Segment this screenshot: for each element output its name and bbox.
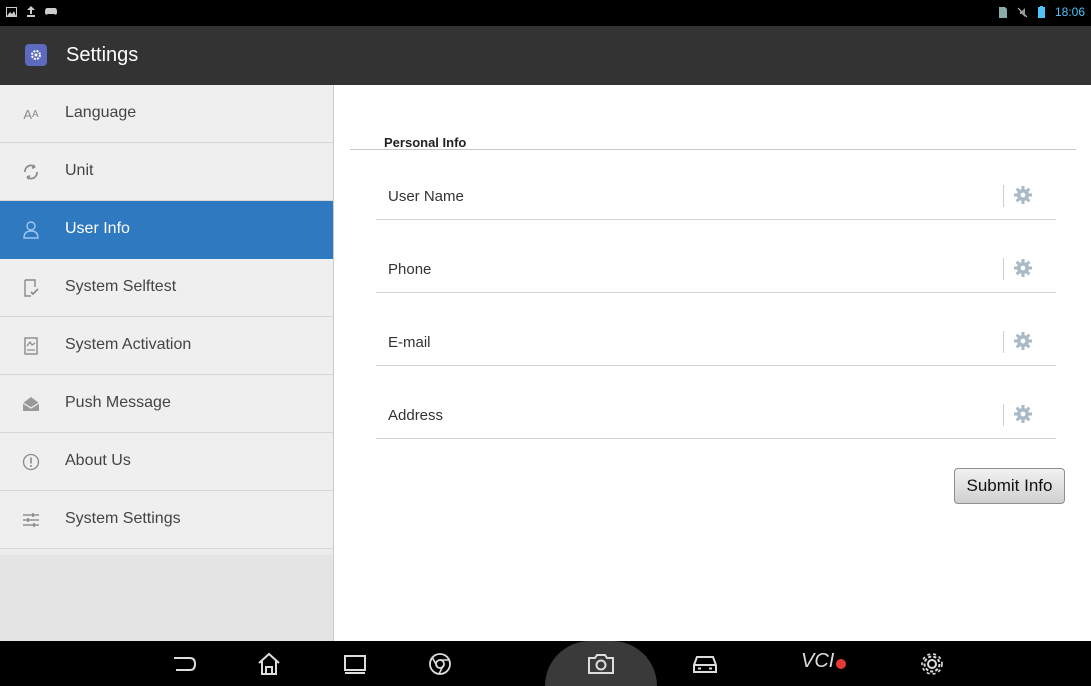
field-label: User Name <box>388 188 464 205</box>
gear-icon[interactable] <box>1012 403 1034 425</box>
battery-icon <box>1037 6 1045 18</box>
sidebar-item-system-activation[interactable]: System Activation <box>0 317 333 375</box>
app-bar: Settings <box>0 26 1091 85</box>
sidebar-item-label: Push Message <box>65 394 171 411</box>
game-controller-icon <box>45 8 57 15</box>
envelope-icon <box>20 393 42 415</box>
sidebar-item-language[interactable]: AA Language <box>0 85 333 143</box>
sidebar-item-label: System Activation <box>65 336 192 353</box>
app-title: Settings <box>66 44 139 66</box>
settings-gear-icon[interactable] <box>917 649 947 679</box>
field-label: E-mail <box>388 334 431 351</box>
image-icon <box>6 6 17 17</box>
sidebar-item-user-info[interactable]: User Info <box>0 201 333 259</box>
sliders-icon <box>20 509 42 531</box>
section-divider <box>350 149 1076 150</box>
submit-info-button[interactable]: Submit Info <box>954 468 1065 504</box>
sidebar-item-label: System Settings <box>65 510 181 527</box>
vci-icon[interactable]: VCI <box>801 650 861 678</box>
mute-icon <box>1017 7 1028 17</box>
sidebar-item-label: System Selftest <box>65 278 177 295</box>
status-time: 18:06 <box>1054 5 1085 19</box>
back-icon[interactable] <box>169 649 199 679</box>
document-check-icon <box>20 277 42 299</box>
navigation-bar: VCI <box>0 641 1091 686</box>
field-separator <box>1003 258 1004 280</box>
sim-icon <box>998 6 1007 18</box>
sidebar: AA Language Unit User Info System Selfte… <box>0 85 334 641</box>
sidebar-item-push-message[interactable]: Push Message <box>0 375 333 433</box>
sidebar-item-label: Unit <box>65 162 94 179</box>
sidebar-item-label: About Us <box>65 452 131 469</box>
font-size-icon: AA <box>23 106 39 122</box>
sidebar-empty-area <box>0 555 333 641</box>
gear-icon[interactable] <box>1012 330 1034 352</box>
email-field[interactable]: E-mail <box>376 319 1056 366</box>
recent-apps-icon[interactable] <box>340 649 370 679</box>
field-separator <box>1003 404 1004 426</box>
settings-app-icon[interactable] <box>25 44 47 66</box>
phone-field[interactable]: Phone <box>376 246 1056 293</box>
status-bar: 18:06 <box>0 0 1091 26</box>
field-label: Address <box>388 407 444 424</box>
user-icon <box>20 219 42 241</box>
field-separator <box>1003 331 1004 353</box>
sidebar-item-label: Language <box>65 104 137 121</box>
sidebar-item-system-settings[interactable]: System Settings <box>0 491 333 549</box>
field-label: Phone <box>388 261 432 278</box>
section-title: Personal Info <box>384 135 467 150</box>
user-name-field[interactable]: User Name <box>376 173 1056 220</box>
camera-icon[interactable] <box>586 649 616 679</box>
convert-icon <box>20 161 42 183</box>
address-field[interactable]: Address <box>376 392 1056 439</box>
vci-label: VCI <box>801 650 835 672</box>
info-icon <box>20 451 42 473</box>
activation-icon <box>20 335 42 357</box>
sidebar-item-unit[interactable]: Unit <box>0 143 333 201</box>
vci-disconnected-badge <box>836 659 847 669</box>
sidebar-item-system-selftest[interactable]: System Selftest <box>0 259 333 317</box>
home-icon[interactable] <box>254 649 284 679</box>
browser-icon[interactable] <box>425 649 455 679</box>
sidebar-item-label: User Info <box>65 220 130 237</box>
user-info-panel: Personal Info User Name Phone E-mail Add… <box>334 85 1091 641</box>
upload-icon <box>27 6 35 17</box>
gear-icon[interactable] <box>1012 257 1034 279</box>
sidebar-item-about-us[interactable]: About Us <box>0 433 333 491</box>
gear-icon[interactable] <box>1012 184 1034 206</box>
car-icon[interactable] <box>690 649 720 679</box>
field-separator <box>1003 185 1004 207</box>
